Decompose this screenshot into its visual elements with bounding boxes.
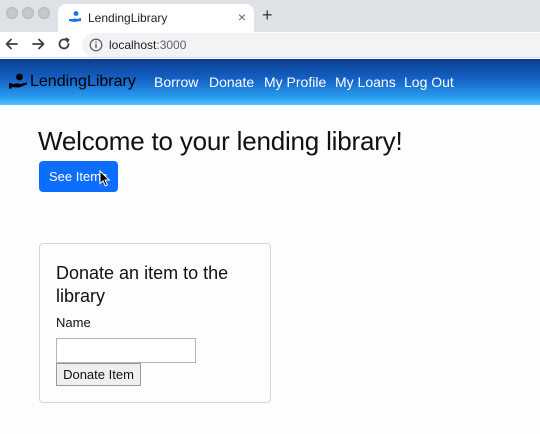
- donate-item-card: Donate an item to the library Name Donat…: [39, 243, 271, 403]
- url-text: localhost:3000: [109, 38, 186, 52]
- reload-icon[interactable]: [55, 35, 73, 53]
- item-name-input[interactable]: [56, 338, 196, 363]
- tab-title: LendingLibrary: [88, 11, 168, 25]
- back-arrow-icon[interactable]: [3, 35, 21, 53]
- nav-link-my-profile[interactable]: My Profile: [264, 74, 326, 90]
- donate-card-title: Donate an item to the library: [56, 263, 229, 306]
- browser-tab[interactable]: LendingLibrary ×: [58, 4, 254, 32]
- nav-link-borrow[interactable]: Borrow: [154, 74, 198, 90]
- nav-link-log-out[interactable]: Log Out: [404, 74, 454, 90]
- url-host: localhost: [109, 38, 157, 52]
- window-minimize-dot[interactable]: [22, 7, 34, 19]
- browser-toolbar: localhost:3000: [0, 32, 540, 58]
- forward-arrow-icon[interactable]: [29, 35, 47, 53]
- brand-name: LendingLibrary: [30, 73, 136, 90]
- window-zoom-dot[interactable]: [38, 7, 50, 19]
- lending-hand-icon: [9, 73, 27, 89]
- url-port: :3000: [156, 38, 187, 52]
- mouse-pointer-icon: [99, 170, 111, 187]
- tab-close-icon[interactable]: ×: [238, 9, 246, 25]
- app-navbar: LendingLibrary Borrow Donate My Profile …: [0, 59, 540, 105]
- nav-link-my-loans[interactable]: My Loans: [335, 74, 396, 90]
- nav-link-donate[interactable]: Donate: [209, 74, 254, 90]
- info-icon[interactable]: [89, 38, 103, 52]
- lending-hand-icon: [69, 11, 81, 22]
- window-close-dot[interactable]: [6, 7, 18, 19]
- new-tab-icon[interactable]: +: [262, 5, 273, 25]
- name-field-label: Name: [56, 315, 91, 330]
- address-bar[interactable]: localhost:3000: [82, 33, 540, 57]
- page-title: Welcome to your lending library!: [38, 126, 403, 156]
- browser-tab-strip: LendingLibrary × +: [0, 0, 540, 32]
- brand-link[interactable]: LendingLibrary: [8, 72, 136, 92]
- donate-item-button[interactable]: Donate Item: [56, 363, 141, 386]
